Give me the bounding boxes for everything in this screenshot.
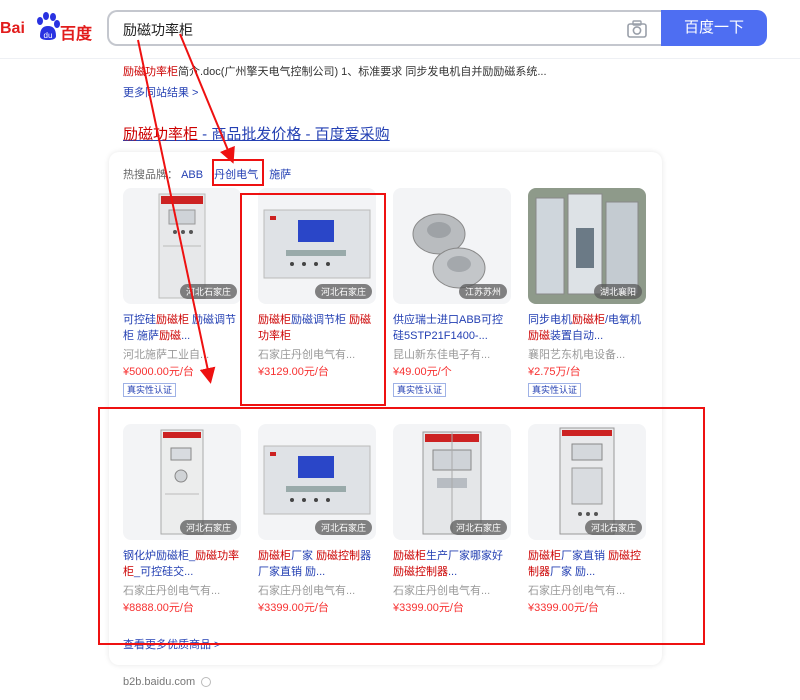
- arrow-line: [179, 33, 235, 164]
- annotation-arrows: [137, 33, 235, 384]
- arrow-line: [137, 39, 216, 384]
